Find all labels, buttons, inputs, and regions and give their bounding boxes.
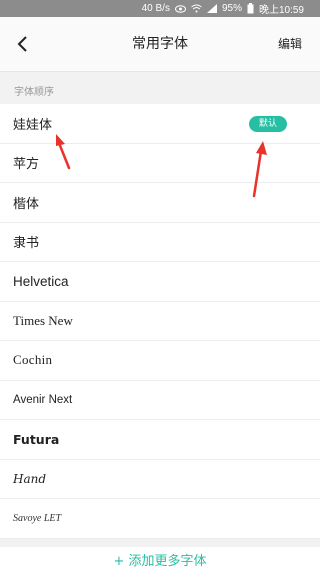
font-row-savoye[interactable]: Savoye LET xyxy=(0,499,320,539)
signal-icon xyxy=(206,4,217,13)
font-row-times-new[interactable]: Times New xyxy=(0,302,320,341)
font-row-lishu[interactable]: 隶书 xyxy=(0,223,320,262)
font-name: 娃娃体 xyxy=(13,117,53,133)
section-header: 字体顺序 xyxy=(14,87,54,98)
font-row-avenir-next[interactable]: Avenir Next xyxy=(0,381,320,420)
font-name: 楷体 xyxy=(13,196,40,212)
font-name: Cochin xyxy=(13,352,53,368)
font-list: 娃娃体 默认 苹方 楷体 隶书 Helvetica Times New Coch… xyxy=(0,104,320,539)
font-name: Savoye LET xyxy=(13,512,62,524)
edit-button[interactable]: 编辑 xyxy=(278,17,302,71)
font-row-helvetica[interactable]: Helvetica xyxy=(0,262,320,302)
battery-level: 95% xyxy=(221,3,242,14)
font-name: Helvetica xyxy=(13,273,69,289)
add-more-fonts-button[interactable]: + 添加更多字体 xyxy=(0,547,320,577)
font-row-futura[interactable]: Futura xyxy=(0,420,320,460)
font-row-hand[interactable]: Hand xyxy=(0,460,320,499)
font-row-kaiti[interactable]: 楷体 xyxy=(0,183,320,223)
status-bar: 40 B/s 95% 晚上10:59 xyxy=(0,0,320,17)
font-row-wawa[interactable]: 娃娃体 默认 xyxy=(0,104,320,144)
font-name: Times New xyxy=(13,312,73,328)
font-row-cochin[interactable]: Cochin xyxy=(0,341,320,381)
font-name: 隶书 xyxy=(13,236,40,252)
font-name: Avenir Next xyxy=(13,393,73,406)
page-title: 常用字体 xyxy=(132,36,188,52)
font-row-pingfang[interactable]: 苹方 xyxy=(0,144,320,183)
eye-icon xyxy=(174,4,186,13)
font-name: Hand xyxy=(13,471,47,486)
network-speed: 40 B/s xyxy=(141,3,170,14)
font-name: Futura xyxy=(13,431,60,447)
wifi-icon xyxy=(191,4,202,13)
battery-icon xyxy=(247,3,254,14)
font-name: 苹方 xyxy=(13,157,40,173)
nav-bar: 常用字体 编辑 xyxy=(0,17,320,72)
default-badge: 默认 xyxy=(249,116,287,132)
clock: 晚上10:59 xyxy=(258,5,304,16)
